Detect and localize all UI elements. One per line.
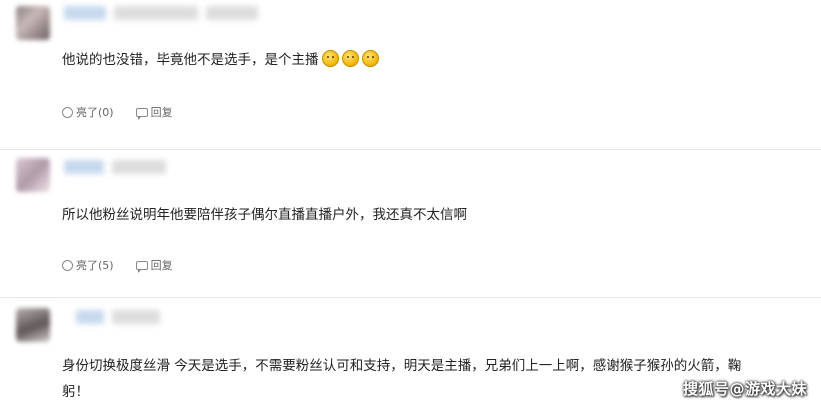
like-button[interactable]: 亮了(5) <box>62 257 114 273</box>
reply-icon <box>135 107 148 120</box>
reply-label: 回复 <box>150 106 173 119</box>
user-meta-blurred <box>114 6 198 20</box>
comment-text-body: 他说的也没错，毕竟他不是选手，是个主播 <box>62 52 319 68</box>
comment-actions: 亮了(5) 回复 <box>62 257 173 273</box>
like-button[interactable]: 亮了(0) <box>62 104 114 120</box>
comment-2: 所以他粉丝说明年他要陪伴孩子偶尔直播直播户外，我还真不太信啊 亮了(5) 回复 <box>0 150 821 297</box>
watermark: 搜狐号@游戏大妹 <box>682 380 807 398</box>
user-meta-blurred <box>206 6 258 20</box>
username-blurred[interactable] <box>64 160 104 174</box>
comment-text: 所以他粉丝说明年他要陪伴孩子偶尔直播直播户外，我还真不太信啊 <box>62 202 809 228</box>
comment-text-line: 身份切换极度丝滑 今天是选手，不需要粉丝认可和支持，明天是主播，兄弟们上一上啊，… <box>62 358 742 374</box>
comment-text-body: 所以他粉丝说明年他要陪伴孩子偶尔直播直播户外，我还真不太信啊 <box>62 207 467 223</box>
thinking-face-icon <box>341 50 359 67</box>
comment-text: 他说的也没错，毕竟他不是选手，是个主播 <box>62 47 809 73</box>
like-icon <box>62 106 73 118</box>
avatar[interactable] <box>16 6 50 40</box>
reply-label: 回复 <box>150 259 173 272</box>
avatar[interactable] <box>16 308 50 342</box>
like-icon <box>62 259 73 271</box>
avatar[interactable] <box>16 158 50 192</box>
comment-actions: 亮了(0) 回复 <box>62 104 173 120</box>
reply-icon <box>135 260 148 273</box>
thinking-face-icon <box>361 50 379 67</box>
username-blurred[interactable] <box>76 310 104 324</box>
thinking-face-icon <box>321 50 339 67</box>
reply-button[interactable]: 回复 <box>135 257 173 273</box>
like-count: 亮了(0) <box>76 106 114 119</box>
reply-button[interactable]: 回复 <box>135 104 173 120</box>
username-blurred[interactable] <box>64 6 106 20</box>
comment-1: 他说的也没错，毕竟他不是选手，是个主播 亮了(0) 回复 <box>0 0 821 150</box>
user-meta-blurred <box>112 310 160 324</box>
like-count: 亮了(5) <box>76 259 114 272</box>
user-meta-blurred <box>112 160 166 174</box>
